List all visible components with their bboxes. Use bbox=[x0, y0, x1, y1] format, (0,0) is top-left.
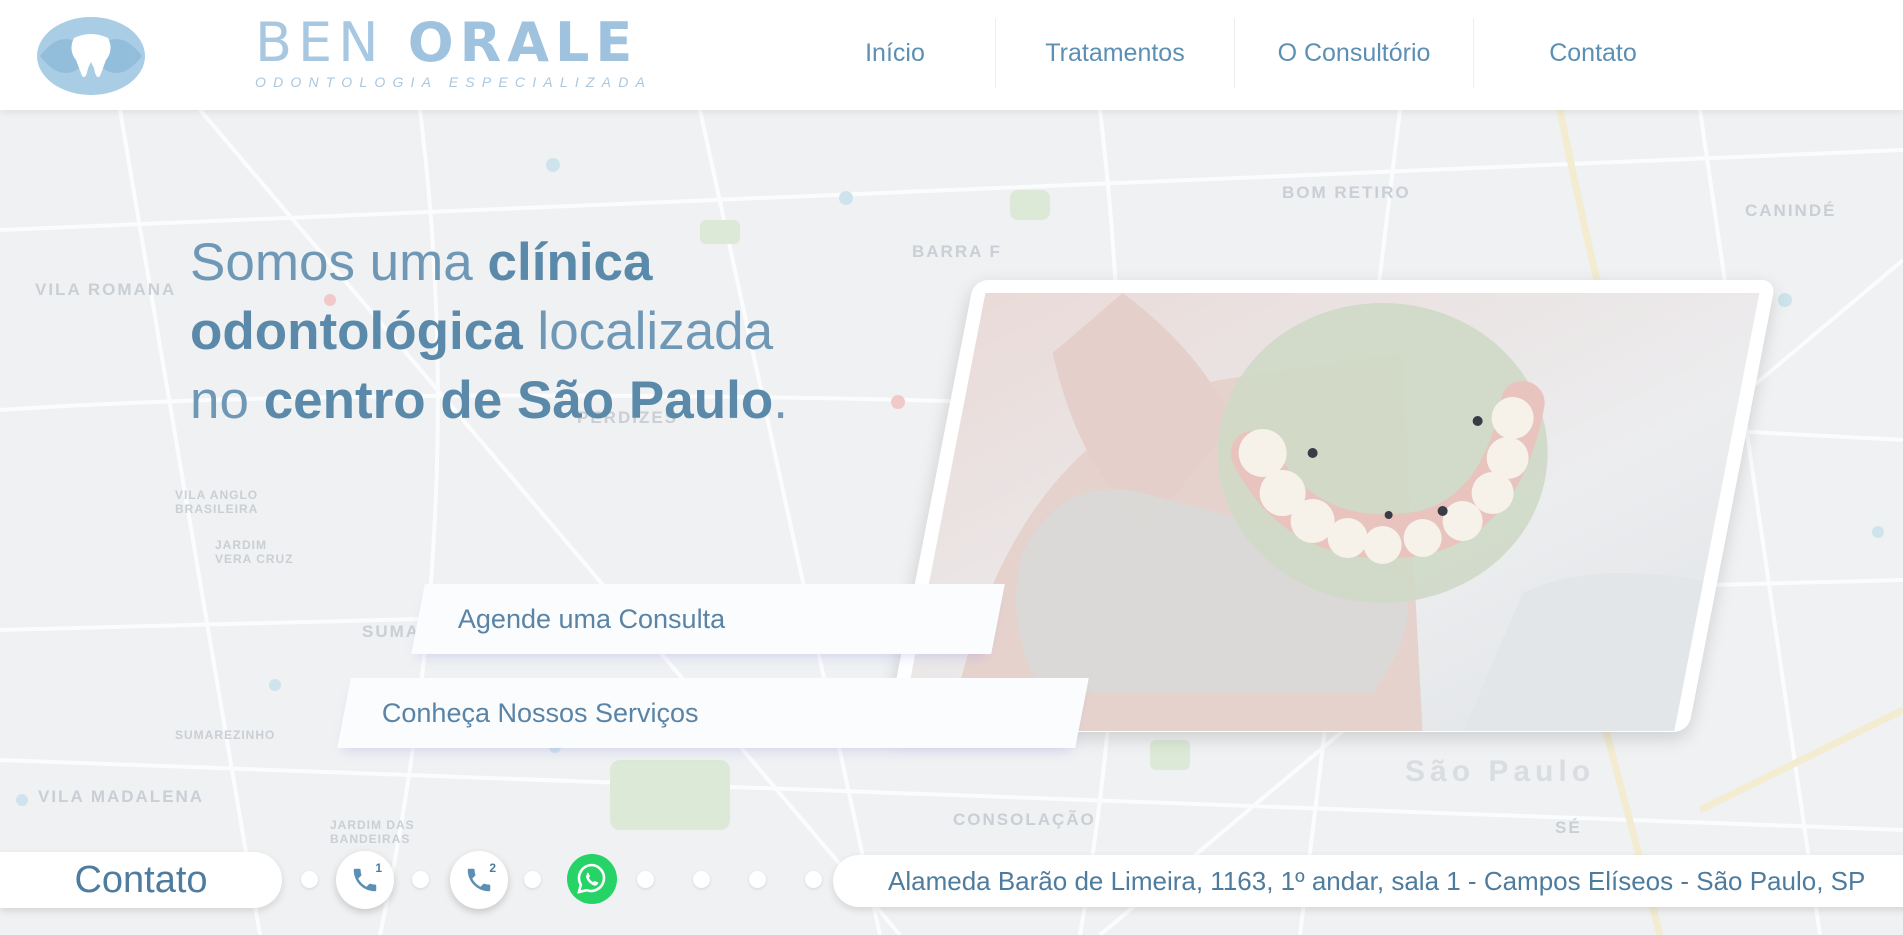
brand-logo[interactable]: BEN ORALE ODONTOLOGIA ESPECIALIZADA bbox=[255, 14, 653, 91]
brand-name: BEN ORALE bbox=[255, 14, 652, 72]
whatsapp-icon[interactable] bbox=[565, 852, 619, 906]
map-label: VILA MADALENA bbox=[38, 787, 205, 806]
schedule-appointment-button[interactable]: Agende uma Consulta bbox=[411, 584, 1005, 654]
map-label: CANINDÉ bbox=[1745, 201, 1837, 220]
nav-item-contato[interactable]: Contato bbox=[1474, 18, 1712, 88]
nav-item-consultorio[interactable]: O Consultório bbox=[1235, 18, 1474, 88]
address-text: Alameda Barão de Limeira, 1163, 1º andar… bbox=[888, 865, 1866, 896]
cta-label: Conheça Nossos Serviços bbox=[382, 697, 699, 728]
headline-text: . bbox=[773, 371, 788, 430]
map-label: SÉ bbox=[1555, 818, 1582, 837]
brand-name-light: BEN bbox=[255, 11, 408, 74]
map-label: BOM RETIRO bbox=[1282, 183, 1411, 202]
hero-section: VILA ROMANA BOM RETIRO CANINDÉ PERDIZES … bbox=[0, 110, 1903, 935]
nav-item-inicio[interactable]: Início bbox=[795, 18, 996, 88]
separator-dot bbox=[637, 871, 654, 888]
headline-text: Somos uma bbox=[190, 233, 488, 292]
phone-badge: 1 bbox=[375, 861, 382, 875]
services-button[interactable]: Conheça Nossos Serviços bbox=[337, 678, 1089, 748]
map-label: SUMAREZINHO bbox=[175, 728, 276, 742]
nav-item-tratamentos[interactable]: Tratamentos bbox=[996, 18, 1235, 88]
phone-1-button[interactable]: 1 bbox=[336, 851, 394, 909]
separator-dot bbox=[412, 871, 429, 888]
separator-dot bbox=[749, 871, 766, 888]
dental-photo-frame bbox=[886, 280, 1776, 732]
map-label: CONSOLAÇÃO bbox=[953, 810, 1096, 829]
map-label: JARDIM DAS BANDEIRAS bbox=[330, 818, 415, 846]
map-label: SUMA bbox=[362, 622, 421, 641]
tooth-logo-icon[interactable] bbox=[36, 16, 146, 96]
hero-headline: Somos uma clínica odontológica localizad… bbox=[190, 228, 830, 435]
map-label: JARDIM VERA CRUZ bbox=[215, 538, 294, 566]
denture-photo bbox=[900, 293, 1760, 731]
phone-2-button[interactable]: 2 bbox=[450, 851, 508, 909]
headline-bold: centro de São Paulo bbox=[263, 371, 774, 430]
brand-name-bold: ORALE bbox=[407, 11, 639, 74]
separator-dot bbox=[524, 871, 541, 888]
address-bar[interactable]: Alameda Barão de Limeira, 1163, 1º andar… bbox=[833, 855, 1903, 907]
separator-dot bbox=[805, 871, 822, 888]
main-nav: Início Tratamentos O Consultório Contato bbox=[795, 18, 1712, 88]
phone-badge: 2 bbox=[489, 861, 496, 875]
map-label: São Paulo bbox=[1405, 755, 1596, 788]
site-header: BEN ORALE ODONTOLOGIA ESPECIALIZADA Iníc… bbox=[0, 0, 1903, 110]
separator-dot bbox=[693, 871, 710, 888]
map-label: VILA ROMANA bbox=[35, 280, 177, 299]
map-label: BARRA F bbox=[912, 242, 1002, 261]
brand-tagline: ODONTOLOGIA ESPECIALIZADA bbox=[255, 74, 653, 90]
cta-label: Agende uma Consulta bbox=[458, 603, 726, 634]
separator-dot bbox=[301, 871, 318, 888]
map-label: VILA ANGLO BRASILEIRA bbox=[175, 488, 259, 516]
contact-label: Contato bbox=[0, 852, 282, 908]
